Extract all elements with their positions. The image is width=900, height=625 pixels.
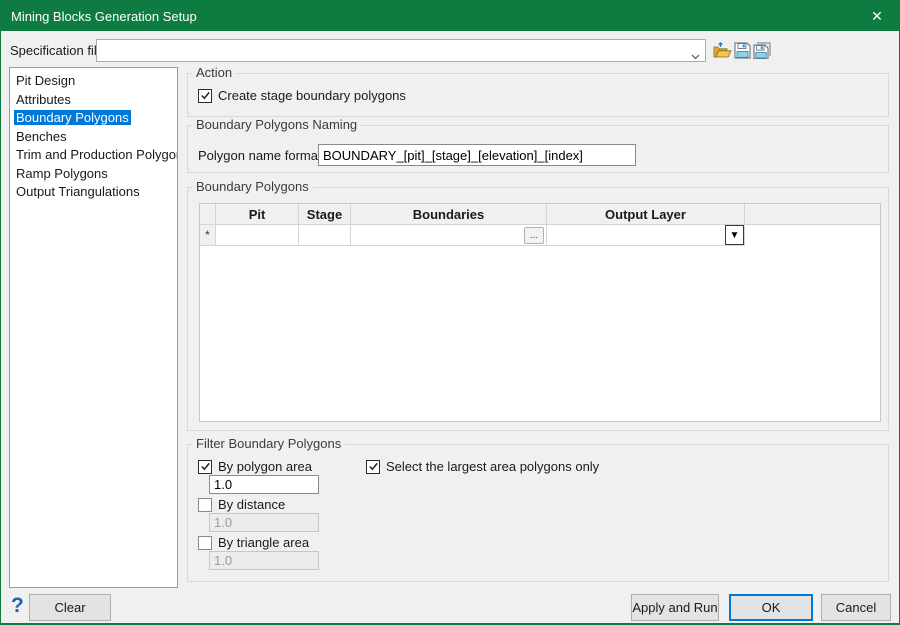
dropdown-arrow-icon: ▼ [730,230,740,241]
checkbox-box[interactable] [366,460,380,474]
boundary-polygons-table: Pit Stage Boundaries Output Layer * ... … [199,203,881,422]
column-header-output-layer: Output Layer [547,204,745,225]
distance-input [209,513,319,532]
close-icon[interactable]: ✕ [855,1,899,31]
clear-button[interactable]: Clear [29,594,111,621]
checkbox-box[interactable] [198,498,212,512]
spec-file-input[interactable] [99,41,685,60]
save-icon[interactable] [732,41,752,60]
spec-file-label: Specification file [10,43,104,58]
cancel-button[interactable]: Cancel [821,594,891,621]
by-distance-label: By distance [218,497,285,512]
titlebar: Mining Blocks Generation Setup ✕ [1,1,899,31]
ok-button[interactable]: OK [729,594,813,621]
create-stage-label: Create stage boundary polygons [218,88,406,103]
checkbox-box[interactable] [198,89,212,103]
sidebar-item-output-triangulations[interactable]: Output Triangulations [10,183,177,202]
mining-blocks-dialog: Mining Blocks Generation Setup ✕ Specifi… [0,0,900,625]
checkmark-icon [368,461,379,472]
window-title: Mining Blocks Generation Setup [11,9,197,24]
spec-file-combobox[interactable] [96,39,706,62]
select-largest-label: Select the largest area polygons only [386,459,599,474]
corner-header [200,204,216,225]
triangle-area-input [209,551,319,570]
sidebar-item-boundary-polygons[interactable]: Boundary Polygons [10,109,177,128]
save-as-icon[interactable] [752,41,772,60]
sidebar-item-trim-production[interactable]: Trim and Production Polygons [10,146,177,165]
table-header-row: Pit Stage Boundaries Output Layer [200,204,880,225]
chevron-down-icon[interactable] [691,48,700,63]
row-filler [745,225,880,246]
checkbox-box[interactable] [198,460,212,474]
cell-boundaries[interactable]: ... [351,225,547,246]
action-group: Action Create stage boundary polygons [187,73,889,117]
sidebar-item-benches[interactable]: Benches [10,128,177,147]
polygon-area-input[interactable] [209,475,319,494]
by-polygon-area-checkbox[interactable]: By polygon area [198,459,312,474]
create-stage-checkbox[interactable]: Create stage boundary polygons [198,88,406,103]
cell-output-layer[interactable]: ▼ [547,225,745,246]
filter-group: Filter Boundary Polygons By polygon area… [187,444,889,582]
table-row: * ... ▼ [200,225,880,246]
cell-pit[interactable] [216,225,299,246]
checkmark-icon [200,90,211,101]
polygon-name-format-label: Polygon name format [198,148,322,163]
new-row-marker: * [200,225,216,246]
column-header-boundaries: Boundaries [351,204,547,225]
action-group-title: Action [192,65,236,80]
naming-group-title: Boundary Polygons Naming [192,117,361,132]
boundaries-browse-button[interactable]: ... [524,227,544,244]
by-triangle-area-label: By triangle area [218,535,309,550]
column-header-stage: Stage [299,204,351,225]
polygon-name-format-input[interactable] [318,144,636,166]
boundary-polygons-group-title: Boundary Polygons [192,179,313,194]
open-folder-icon[interactable] [712,41,732,60]
help-icon[interactable]: ? [11,594,24,618]
naming-group: Boundary Polygons Naming Polygon name fo… [187,125,889,173]
select-largest-checkbox[interactable]: Select the largest area polygons only [366,459,599,474]
sidebar-item-attributes[interactable]: Attributes [10,91,177,110]
filter-group-title: Filter Boundary Polygons [192,436,345,451]
apply-and-run-button[interactable]: Apply and Run [631,594,719,621]
by-triangle-area-checkbox[interactable]: By triangle area [198,535,309,550]
boundary-polygons-group: Boundary Polygons Pit Stage Boundaries O… [187,187,889,431]
sidebar-item-ramp-polygons[interactable]: Ramp Polygons [10,165,177,184]
checkbox-box[interactable] [198,536,212,550]
column-header-pit: Pit [216,204,299,225]
column-header-filler [745,204,880,225]
by-polygon-area-label: By polygon area [218,459,312,474]
by-distance-checkbox[interactable]: By distance [198,497,285,512]
output-layer-dropdown-button[interactable]: ▼ [725,225,744,245]
checkmark-icon [200,461,211,472]
cell-stage[interactable] [299,225,351,246]
sidebar-item-pit-design[interactable]: Pit Design [10,72,177,91]
section-list: Pit Design Attributes Boundary Polygons … [9,67,178,588]
